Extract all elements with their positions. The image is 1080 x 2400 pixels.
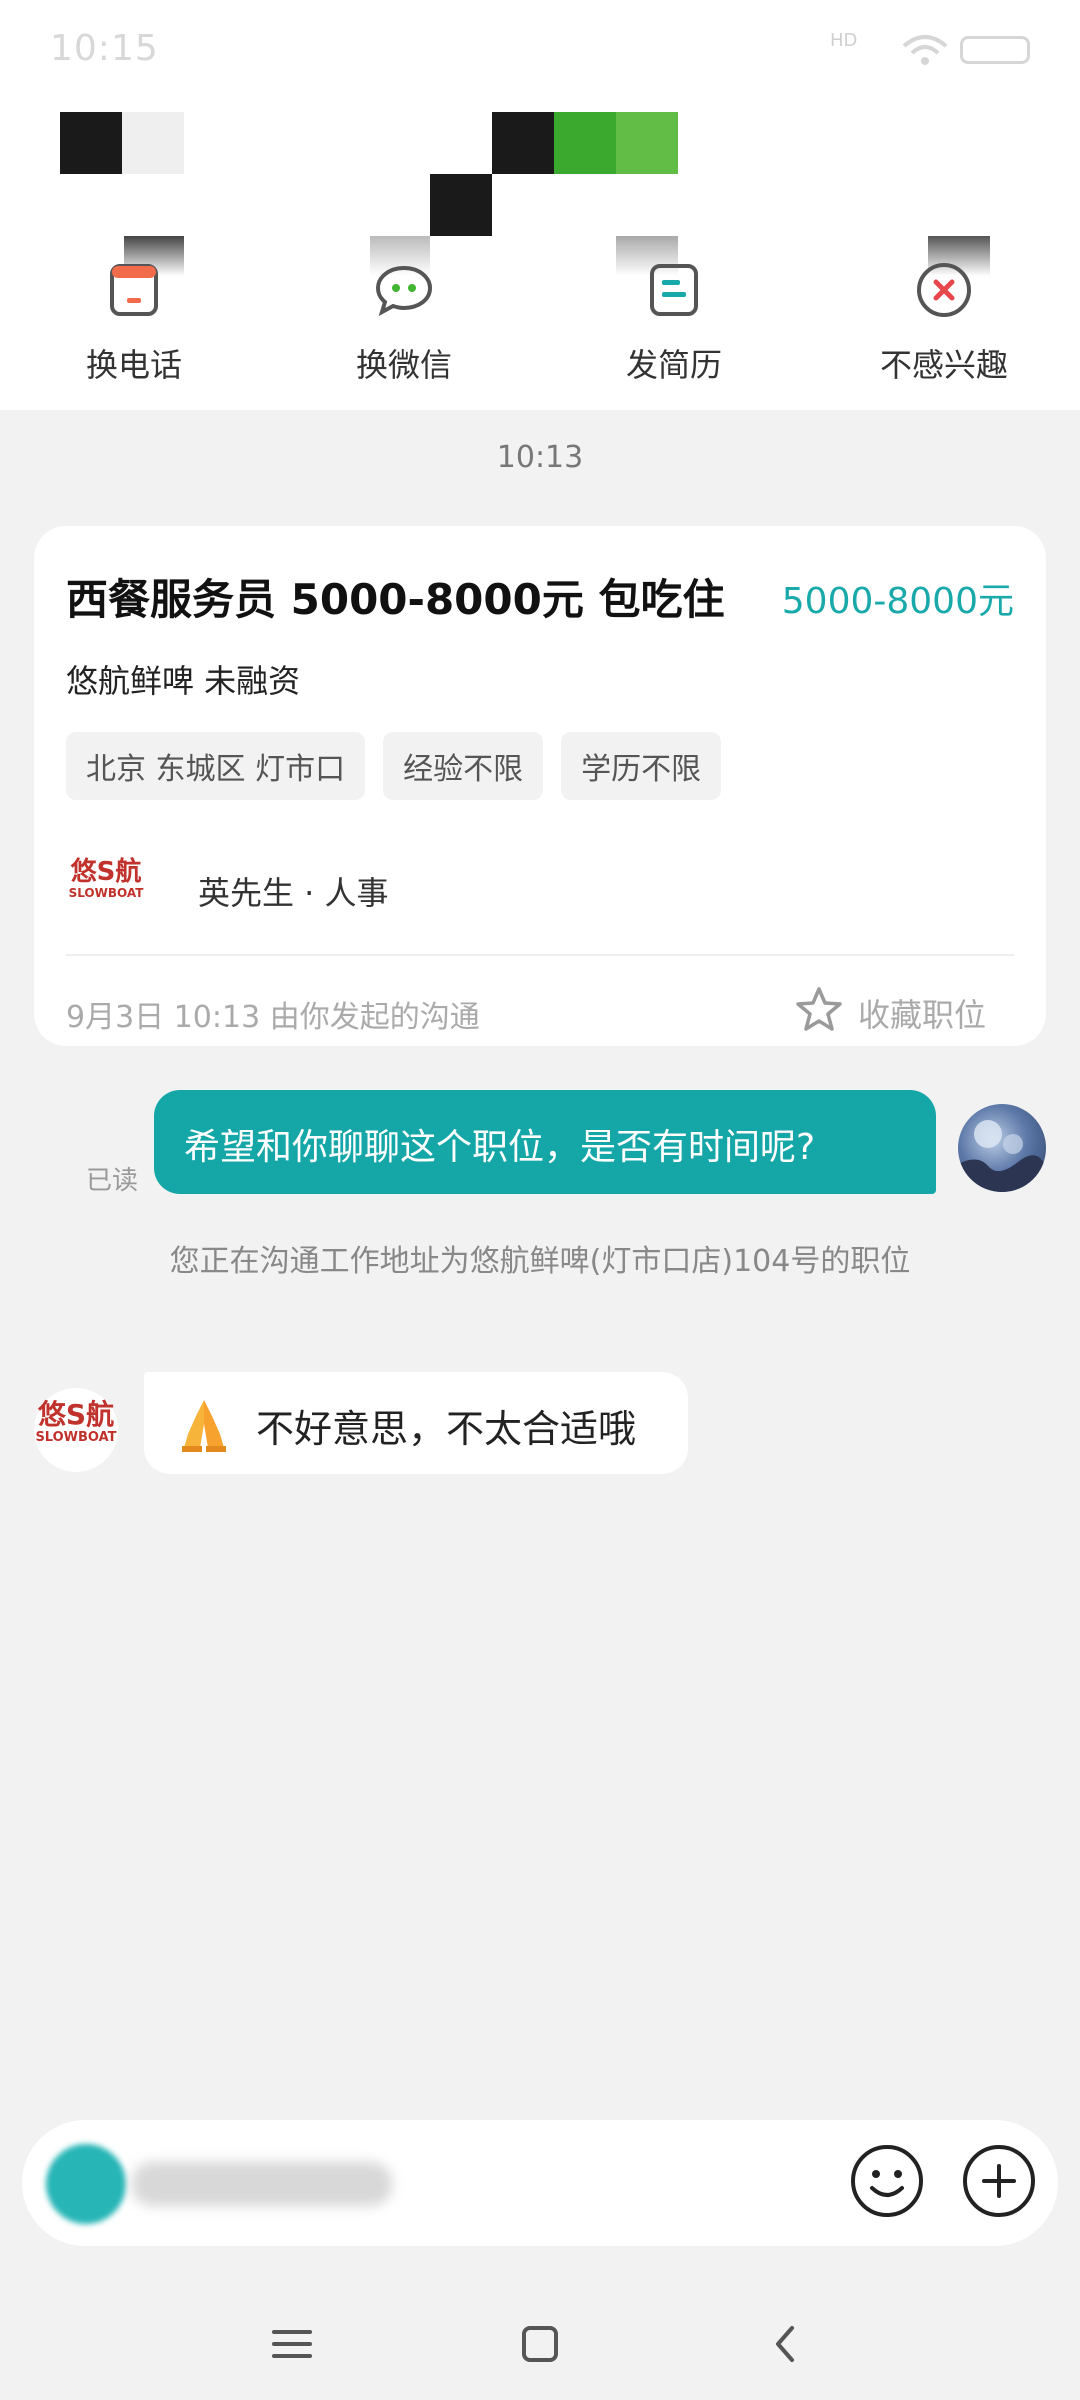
company-name: 悠航鲜啤 未融资: [66, 662, 301, 700]
recruiter-name: 英先生 · 人事: [198, 874, 389, 912]
emoji-icon[interactable]: [848, 2142, 926, 2220]
job-tag: 学历不限: [561, 732, 722, 800]
message-input[interactable]: [22, 2120, 1058, 2246]
incoming-message[interactable]: 不好意思，不太合适哦: [144, 1372, 688, 1474]
job-tags: 北京 东城区 灯市口 经验不限 学历不限: [66, 732, 722, 800]
swap-wechat-button[interactable]: 换微信: [304, 230, 504, 390]
recruiter-avatar[interactable]: 悠S航 SLOWBOAT: [34, 1388, 118, 1472]
back-icon[interactable]: [756, 2314, 816, 2374]
job-card[interactable]: 西餐服务员 5000-8000元 包吃住 5000-8000元 悠航鲜啤 未融资…: [34, 526, 1046, 1046]
avatar[interactable]: [958, 1104, 1046, 1192]
chat-timestamp: 10:13: [496, 440, 584, 475]
incoming-text: 不好意思，不太合适哦: [256, 1407, 637, 1451]
action-row: 换电话 换微信 发简历 不感兴趣: [0, 230, 1080, 390]
nav-label: 换微信: [355, 346, 452, 384]
outgoing-message[interactable]: 希望和你聊聊这个职位，是否有时间呢?: [154, 1090, 936, 1194]
job-tag: 北京 东城区 灯市口: [66, 732, 366, 800]
nav-label: 发简历: [625, 346, 722, 384]
menu-icon[interactable]: [262, 2314, 322, 2374]
not-interested-icon: [917, 263, 971, 317]
system-note: 您正在沟通工作地址为悠航鲜啤(灯市口店)104号的职位: [169, 1244, 911, 1279]
favorite-job-button[interactable]: 收藏职位: [794, 986, 1014, 1034]
conversation-origin: 9月3日 10:13 由你发起的沟通: [66, 1000, 480, 1035]
job-title: 西餐服务员 5000-8000元 包吃住: [66, 575, 725, 624]
status-icons: HD: [830, 30, 1030, 70]
nav-label: 不感兴趣: [879, 346, 1008, 384]
battery-icon: [960, 36, 1030, 64]
voice-toggle[interactable]: [46, 2144, 126, 2224]
favorite-label: 收藏职位: [858, 996, 987, 1034]
wifi-icon: [902, 35, 948, 65]
system-navigation-bar: [0, 2280, 1080, 2400]
home-icon[interactable]: [510, 2314, 570, 2374]
input-placeholder-blurred: [132, 2162, 392, 2206]
resume-icon: [650, 264, 698, 316]
company-logo: 悠S航 SLOWBOAT: [66, 850, 146, 930]
swap-phone-button[interactable]: 换电话: [34, 230, 234, 390]
avatar-image: [958, 1120, 1046, 1192]
wechat-icon: [375, 265, 433, 317]
chat-header: 10:15 HD 换电话 换微信 发简历 不感兴趣: [0, 0, 1080, 410]
card-divider: [66, 954, 1014, 956]
folded-hands-icon: [182, 1400, 226, 1452]
status-bar: 10:15 HD: [0, 0, 1080, 100]
send-resume-button[interactable]: 发简历: [574, 230, 774, 390]
plus-icon[interactable]: [960, 2142, 1038, 2220]
status-time: 10:15: [50, 28, 159, 69]
recruiter-row: 悠S航 SLOWBOAT 英先生 · 人事: [66, 844, 1014, 934]
nav-label: 换电话: [85, 346, 182, 384]
phone-card-icon: [110, 264, 158, 316]
star-icon: [796, 987, 842, 1031]
job-tag: 经验不限: [383, 732, 544, 800]
network-label: HD: [830, 30, 858, 51]
job-salary: 5000-8000元: [781, 581, 1014, 622]
read-status: 已读: [86, 1166, 139, 1196]
not-interested-button[interactable]: 不感兴趣: [844, 230, 1044, 390]
